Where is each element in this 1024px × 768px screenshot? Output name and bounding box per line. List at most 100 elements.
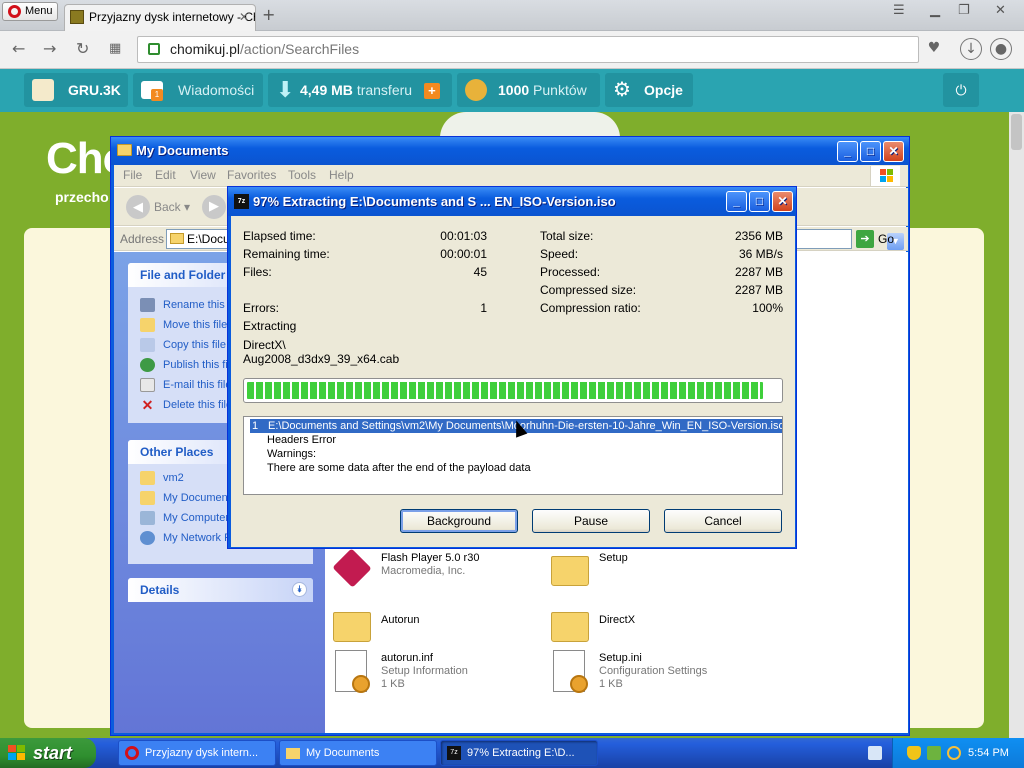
back-label: Back xyxy=(154,200,181,214)
file-item-directx-folder[interactable]: DirectX xyxy=(547,604,757,652)
points-value: 1000 xyxy=(498,82,530,98)
background-button[interactable]: Background xyxy=(400,509,518,533)
cancel-button[interactable]: Cancel xyxy=(664,509,782,533)
windows-logo-icon xyxy=(8,745,26,761)
file-name: Autorun xyxy=(381,614,420,626)
stat-label: Files: xyxy=(243,265,272,279)
dialog-title: 97% Extracting E:\Documents and S ... EN… xyxy=(253,194,616,209)
add-transfer-button[interactable]: + xyxy=(423,83,440,100)
explorer-back-button[interactable]: ◀ Back ▾ xyxy=(126,195,190,219)
globe-icon xyxy=(140,358,155,372)
account-icon[interactable]: ● xyxy=(990,38,1012,60)
menu-edit[interactable]: Edit xyxy=(155,168,176,182)
menu-view[interactable]: View xyxy=(190,168,216,182)
folder-icon xyxy=(170,233,184,244)
file-item-autorun-folder[interactable]: Autorun xyxy=(329,604,539,652)
dialog-maximize-button[interactable]: □ xyxy=(749,191,770,212)
task-browser[interactable]: Przyjazny dysk intern... xyxy=(118,740,276,766)
search-icon[interactable] xyxy=(947,746,961,760)
stat-speed: Speed: 36 MB/s xyxy=(540,246,783,262)
options-button[interactable]: ⚙ Opcje xyxy=(605,73,693,107)
url-path: /action/SearchFiles xyxy=(240,41,360,57)
folder-icon xyxy=(117,144,132,156)
messages-badge: 1 xyxy=(151,89,163,101)
logout-button[interactable]: ⏻ xyxy=(943,73,979,107)
file-item-setup-ini[interactable]: Setup.ini Configuration Settings 1 KB xyxy=(547,648,757,702)
heart-icon[interactable]: ♥ xyxy=(923,38,945,60)
message-line: Warnings: xyxy=(267,448,317,460)
close-icon[interactable]: ✕ xyxy=(995,3,1006,18)
restore-icon[interactable]: ❐ xyxy=(958,3,970,18)
extract-progress-dialog: 7z 97% Extracting E:\Documents and S ...… xyxy=(227,186,797,549)
new-tab-button[interactable]: + xyxy=(262,5,275,25)
link-label: E-mail this file xyxy=(163,379,232,391)
menu-file[interactable]: File xyxy=(123,168,142,182)
menu-favorites[interactable]: Favorites xyxy=(227,168,276,182)
url-input[interactable]: chomikuj.pl/action/SearchFiles xyxy=(137,36,919,63)
go-arrow-icon: ➔ xyxy=(856,230,874,248)
back-icon[interactable]: ← xyxy=(12,39,25,59)
download-icon[interactable]: ↓ xyxy=(960,38,982,60)
file-name: autorun.inf xyxy=(381,652,433,664)
folder-icon xyxy=(140,471,155,485)
points-button[interactable]: 1000 Punktów xyxy=(457,73,600,107)
network-icon xyxy=(140,531,155,545)
file-item-flash[interactable]: Flash Player 5.0 r30 Macromedia, Inc. xyxy=(329,548,539,596)
explorer-maximize-button[interactable]: □ xyxy=(860,141,881,162)
stat-label: Compression ratio: xyxy=(540,301,641,315)
7zip-icon: 7z xyxy=(447,746,461,760)
message-line: There are some data after the end of the… xyxy=(267,462,531,474)
panel-title[interactable]: Details ⯯ xyxy=(128,578,313,602)
progress-bar xyxy=(243,378,783,403)
url-domain: chomikuj.pl xyxy=(170,41,241,57)
dialog-close-button[interactable]: ✕ xyxy=(772,191,793,212)
explorer-minimize-button[interactable]: _ xyxy=(837,141,858,162)
tab-close-icon[interactable]: ✕ xyxy=(239,5,249,29)
task-7zip-extract[interactable]: 7z 97% Extracting E:\D... xyxy=(440,740,598,766)
page-scrollbar[interactable] xyxy=(1009,112,1024,738)
dialog-title-bar[interactable]: 7z 97% Extracting E:\Documents and S ...… xyxy=(228,187,796,216)
coins-icon xyxy=(465,79,487,101)
file-type: Setup Information xyxy=(381,665,468,677)
explorer-close-button[interactable]: ✕ xyxy=(883,141,904,162)
browser-tab[interactable]: Przyjazny dysk internetowy - Chomikuj.pl… xyxy=(64,4,256,31)
file-type: Configuration Settings xyxy=(599,665,708,677)
pause-button[interactable]: Pause xyxy=(532,509,650,533)
menu-help[interactable]: Help xyxy=(329,168,354,182)
keyboard-icon[interactable] xyxy=(868,746,882,760)
forward-icon[interactable]: → xyxy=(43,39,56,59)
reload-icon[interactable]: ↻ xyxy=(76,39,89,59)
transfer-button[interactable]: ⬇ 4,49 MB transferu + xyxy=(268,73,452,107)
network-icon[interactable] xyxy=(927,746,941,760)
user-menu[interactable]: GRU.3K xyxy=(24,73,128,107)
task-label: My Documents xyxy=(306,747,380,759)
security-shield-icon[interactable] xyxy=(907,746,921,760)
scrollbar-thumb[interactable] xyxy=(1011,114,1022,150)
speed-dial-icon[interactable]: ▦ xyxy=(109,39,121,59)
go-label: Go xyxy=(878,232,895,246)
transfer-value: 4,49 MB xyxy=(300,82,353,98)
stat-value: 2287 MB xyxy=(734,283,783,297)
details-panel: Details ⯯ xyxy=(128,578,313,602)
file-name: Flash Player 5.0 r30 xyxy=(381,552,480,564)
menu-tools[interactable]: Tools xyxy=(288,168,316,182)
file-item-setup-folder[interactable]: Setup xyxy=(547,548,757,596)
file-item-autorun-inf[interactable]: autorun.inf Setup Information 1 KB xyxy=(329,648,539,702)
chevron-down-icon[interactable]: ⯯ xyxy=(292,582,307,597)
start-button[interactable]: start xyxy=(0,738,96,768)
task-my-documents[interactable]: My Documents xyxy=(279,740,437,766)
browser-tab-bar: Menu Przyjazny dysk internetowy - Chomik… xyxy=(0,0,1024,31)
delete-icon: ✕ xyxy=(141,397,154,413)
minimize-icon[interactable]: ▁ xyxy=(930,3,940,18)
forward-arrow-icon[interactable]: ▶ xyxy=(202,195,226,219)
messages-button[interactable]: 1 Wiadomości xyxy=(133,73,263,107)
stat-label: Errors: xyxy=(243,301,279,315)
current-directory: DirectX\ xyxy=(243,338,286,352)
opera-menu-button[interactable]: Menu xyxy=(2,2,58,21)
go-button[interactable]: ➔ Go xyxy=(856,230,894,248)
folder-icon xyxy=(333,612,371,642)
tab-list-icon[interactable]: ☰ xyxy=(893,3,905,18)
explorer-title-bar[interactable]: My Documents _ □ ✕ xyxy=(111,137,909,165)
dialog-minimize-button[interactable]: _ xyxy=(726,191,747,212)
download-arrow-icon: ⬇ xyxy=(276,77,295,102)
